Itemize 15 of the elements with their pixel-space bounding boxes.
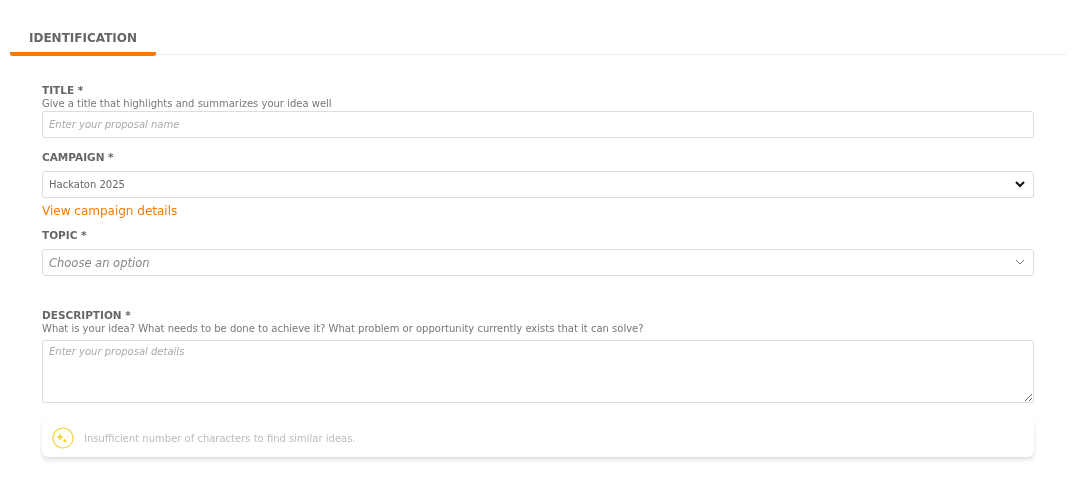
textarea-field[interactable]: Enter your proposal details xyxy=(42,340,1034,403)
field-label: TOPIC * xyxy=(42,228,88,242)
chevron-down-icon xyxy=(1015,181,1025,188)
field-hint: What is your idea? What needs to be done to achieve it? What problem or opportunity currently exists that it can solve? xyxy=(42,322,645,336)
tab[interactable]: IDENTIFICATION xyxy=(10,20,157,56)
notice-text: Insufficient number of characters to find similar ideas. xyxy=(84,432,356,444)
input-field[interactable]: Enter your proposal name xyxy=(42,111,1034,138)
field-hint: Give a title that highlights and summarizes your idea well xyxy=(42,97,333,111)
select-field[interactable]: Choose an option xyxy=(42,249,1034,276)
sparkle-icon xyxy=(52,427,74,449)
select-field[interactable]: Hackaton 2025 xyxy=(42,171,1034,198)
field-label: CAMPAIGN * xyxy=(42,150,115,164)
chevron-down-icon xyxy=(1015,259,1025,266)
field-label: DESCRIPTION * xyxy=(42,308,132,322)
field-label: TITLE * xyxy=(42,83,85,97)
